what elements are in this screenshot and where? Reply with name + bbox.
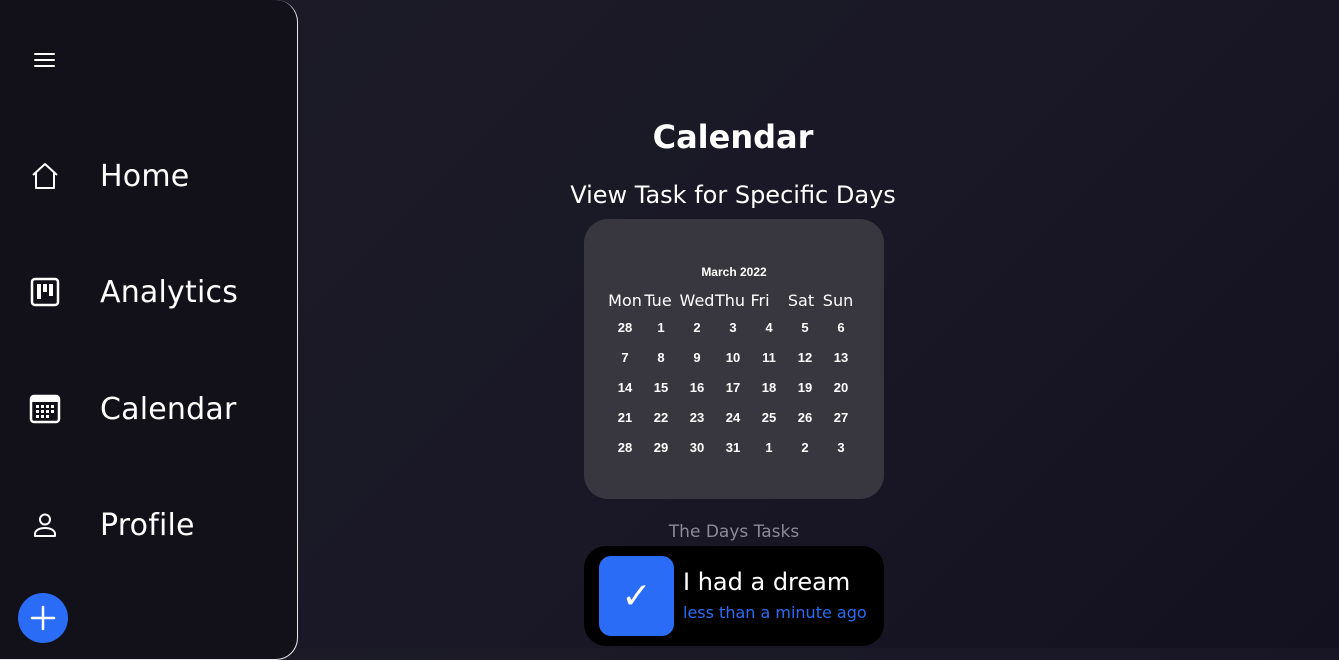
calendar-day[interactable]: 2	[679, 317, 715, 339]
task-card[interactable]: ✓ I had a dream less than a minute ago	[584, 546, 884, 646]
calendar-day[interactable]: 7	[607, 347, 643, 369]
sidebar-item-label: Home	[100, 158, 190, 194]
sidebar-item-label: Calendar	[100, 391, 237, 427]
calendar-day[interactable]: 14	[607, 377, 643, 399]
sidebar-item-home[interactable]: Home	[28, 153, 189, 199]
sidebar-item-calendar[interactable]: Calendar	[28, 386, 237, 432]
calendar-day[interactable]: 25	[751, 407, 787, 429]
calendar-grid: 28 1 2 3 4 5 6 7 8 9 10 11 12 13 14 15 16 17 18 19 20 21 22 23 2…	[584, 219, 884, 499]
calendar-day[interactable]: 20	[823, 377, 859, 399]
calendar-day[interactable]: 3	[715, 317, 751, 339]
calendar-day[interactable]: 11	[751, 347, 787, 369]
calendar-day[interactable]: 9	[679, 347, 715, 369]
calendar-day[interactable]: 17	[715, 377, 751, 399]
check-icon[interactable]: ✓	[599, 556, 674, 636]
sidebar-item-analytics[interactable]: Analytics	[28, 269, 238, 315]
calendar-day[interactable]: 31	[715, 437, 751, 459]
calendar-day[interactable]: 18	[751, 377, 787, 399]
calendar-day[interactable]: 28	[607, 437, 643, 459]
hamburger-icon[interactable]	[33, 49, 57, 71]
calendar-day[interactable]: 23	[679, 407, 715, 429]
page-title: Calendar	[652, 118, 814, 156]
plus-icon	[30, 605, 56, 631]
kanban-icon	[28, 275, 62, 309]
calendar-day[interactable]: 3	[823, 437, 859, 459]
calendar-day[interactable]: 12	[787, 347, 823, 369]
calendar-day[interactable]: 26	[787, 407, 823, 429]
sidebar-item-profile[interactable]: Profile	[28, 502, 195, 548]
person-icon	[28, 508, 62, 542]
calendar-day[interactable]: 2	[787, 437, 823, 459]
calendar-day[interactable]: 27	[823, 407, 859, 429]
calendar-day[interactable]: 6	[823, 317, 859, 339]
task-timestamp: less than a minute ago	[683, 603, 867, 622]
calendar-day[interactable]: 4	[751, 317, 787, 339]
page-subtitle: View Task for Specific Days	[570, 181, 896, 209]
calendar-day[interactable]: 5	[787, 317, 823, 339]
calendar-day[interactable]: 28	[607, 317, 643, 339]
add-task-button[interactable]	[18, 593, 68, 643]
calendar-day[interactable]: 24	[715, 407, 751, 429]
calendar-day[interactable]: 19	[787, 377, 823, 399]
calendar-day[interactable]: 15	[643, 377, 679, 399]
calendar-day[interactable]: 10	[715, 347, 751, 369]
sidebar: Home Analytics Calendar Profile	[0, 0, 298, 660]
calendar-widget: March 2022 Mon Tue Wed Thu Fri Sat Sun 2…	[584, 219, 884, 499]
tasks-section-label: The Days Tasks	[668, 522, 800, 542]
calendar-day[interactable]: 8	[643, 347, 679, 369]
calendar-day[interactable]: 13	[823, 347, 859, 369]
calendar-day[interactable]: 1	[643, 317, 679, 339]
task-title: I had a dream	[683, 568, 851, 596]
home-icon	[28, 159, 62, 193]
calendar-day[interactable]: 1	[751, 437, 787, 459]
calendar-icon	[28, 392, 62, 426]
calendar-day[interactable]: 21	[607, 407, 643, 429]
calendar-day[interactable]: 16	[679, 377, 715, 399]
calendar-day[interactable]: 29	[643, 437, 679, 459]
sidebar-item-label: Profile	[100, 507, 195, 543]
calendar-day[interactable]: 22	[643, 407, 679, 429]
calendar-day[interactable]: 30	[679, 437, 715, 459]
sidebar-item-label: Analytics	[100, 274, 239, 310]
